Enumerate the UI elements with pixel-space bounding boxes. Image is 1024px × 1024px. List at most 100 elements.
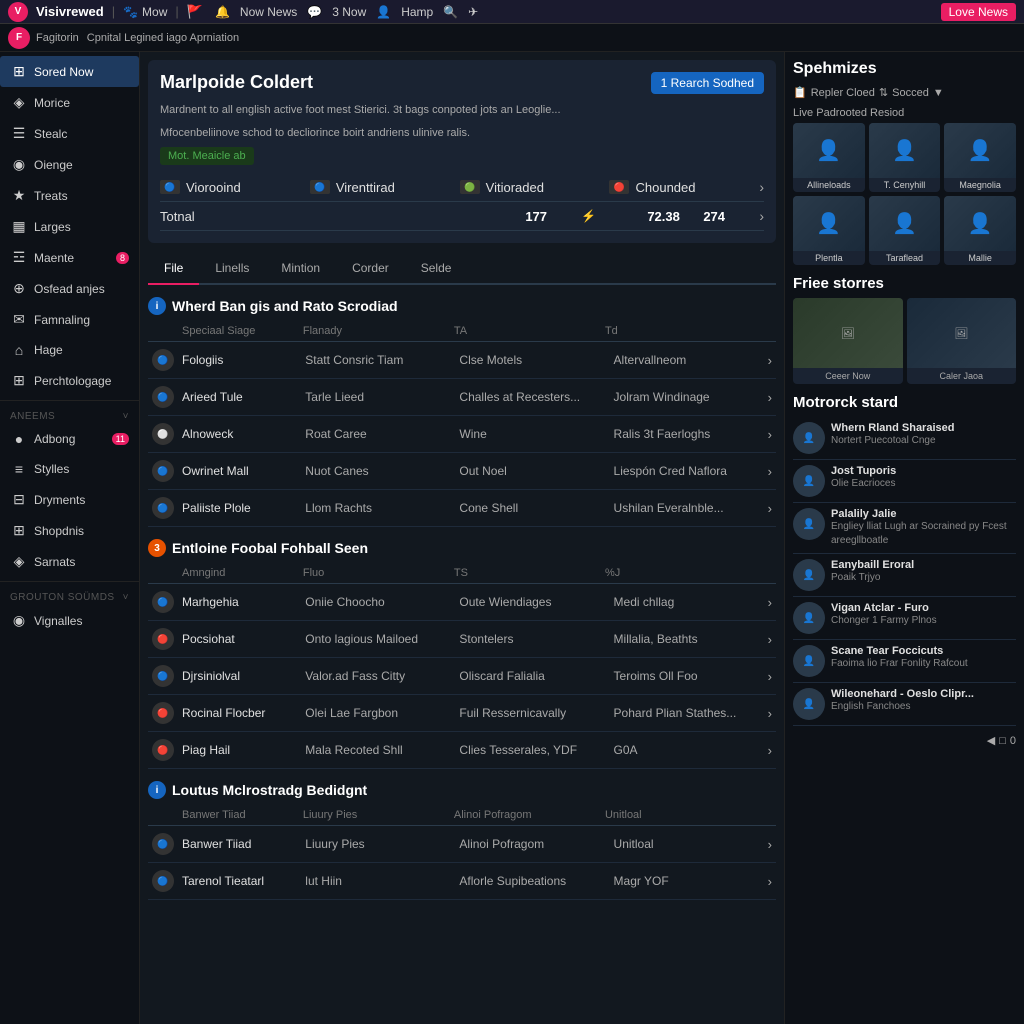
hamp-label: Hamp bbox=[401, 5, 433, 19]
row-arrow[interactable]: › bbox=[768, 501, 772, 516]
section2-table: Amngind Fluo TS %J 🔵 Marhgehia Oniie Cho… bbox=[148, 563, 776, 769]
row-arrow[interactable]: › bbox=[768, 464, 772, 479]
motroerk-item-3[interactable]: 👤 Eanybaill Eroral Poaik Trjyo bbox=[793, 554, 1016, 597]
second-navigation: F Fagitorin Cpnital Legined iago Aprniat… bbox=[0, 24, 1024, 52]
player-name-3: Plentla bbox=[793, 251, 865, 265]
tab-mintion[interactable]: Mintion bbox=[265, 253, 336, 285]
row-arrow[interactable]: › bbox=[768, 427, 772, 442]
section3-col-headers: Banwer Tiiad Liuury Pies Alinoi Pofragom… bbox=[148, 805, 776, 826]
adbong-icon: ● bbox=[10, 431, 28, 447]
row-arrow[interactable]: › bbox=[768, 743, 772, 758]
row-icon: 🔴 bbox=[152, 739, 174, 761]
sidebar-item-treats[interactable]: ★ Treats bbox=[0, 180, 139, 211]
tab-selde[interactable]: Selde bbox=[405, 253, 468, 285]
sidebar-item-larges[interactable]: ▦ Larges bbox=[0, 211, 139, 242]
motroerk-item-4[interactable]: 👤 Vigan Atclar - Furo Chonger 1 Farmy Pl… bbox=[793, 597, 1016, 640]
team3-name: Vitioraded bbox=[486, 180, 604, 195]
motroerk-item-5[interactable]: 👤 Scane Tear Foccicuts Faoima lio Frar F… bbox=[793, 640, 1016, 683]
chevron-icon[interactable]: ˅ bbox=[123, 411, 129, 422]
perchtologage-label: Perchtologage bbox=[34, 374, 111, 388]
chevron2-icon[interactable]: ˅ bbox=[123, 592, 129, 603]
player-card-3[interactable]: 👤 Plentla bbox=[793, 196, 865, 265]
motroerk-item-1[interactable]: 👤 Jost Tuporis Olie Eacrioces bbox=[793, 460, 1016, 503]
table-row[interactable]: 🔴 Pocsiohat Onto lagious Mailoed Stontel… bbox=[148, 621, 776, 658]
sidebar-item-morice[interactable]: ◈ Morice bbox=[0, 87, 139, 118]
story-card-1[interactable]: 🖼 Caler Jaoa bbox=[907, 298, 1017, 384]
story-label-1: Caler Jaoa bbox=[907, 368, 1017, 384]
story-card-0[interactable]: 🖼 Ceeer Now bbox=[793, 298, 903, 384]
row-arrow[interactable]: › bbox=[768, 353, 772, 368]
row-arrow[interactable]: › bbox=[768, 706, 772, 721]
match-desc1: Mardnent to all english active foot mest… bbox=[160, 102, 764, 119]
row-arrow[interactable]: › bbox=[768, 874, 772, 889]
filter-dropdown[interactable]: ▼ bbox=[933, 87, 944, 99]
player-grid: 👤 Allineloads 👤 T. Cenyhill 👤 Maegnolia … bbox=[793, 123, 1016, 265]
sidebar-item-hage[interactable]: ⌂ Hage bbox=[0, 335, 139, 365]
table-row[interactable]: 🔵 Djrsiniolval Valor.ad Fass Citty Olisc… bbox=[148, 658, 776, 695]
perchtologage-icon: ⊞ bbox=[10, 372, 28, 389]
teams-arrow[interactable]: › bbox=[759, 179, 764, 195]
table-row[interactable]: 🔵 Banwer Tiiad Liuury Pies Alinoi Pofrag… bbox=[148, 826, 776, 863]
sidebar-item-dryments[interactable]: ⊟ Dryments bbox=[0, 484, 139, 515]
sidebar-item-stylles[interactable]: ≡ Stylles bbox=[0, 454, 139, 484]
search-icon[interactable]: 🔍 bbox=[443, 5, 458, 19]
table-row[interactable]: 🔵 Tarenol Tieatarl lut Hiin Aflorle Supi… bbox=[148, 863, 776, 900]
player-card-1[interactable]: 👤 T. Cenyhill bbox=[869, 123, 941, 192]
motroerk-item-0[interactable]: 👤 Whern Rland Sharaised Nortert Puecotoa… bbox=[793, 417, 1016, 460]
player-card-5[interactable]: 👤 Mallie bbox=[944, 196, 1016, 265]
sidebar-item-osfead[interactable]: ⊕ Osfead anjes bbox=[0, 273, 139, 304]
row-arrow[interactable]: › bbox=[768, 837, 772, 852]
row-arrow[interactable]: › bbox=[768, 595, 772, 610]
section1-header: i Wherd Ban gis and Rato Scrodiad bbox=[148, 297, 776, 315]
pagination: ◀ □ 0 bbox=[793, 734, 1016, 747]
match-badge: 1 Rearch Sodhed bbox=[651, 72, 764, 94]
stealc-label: Stealc bbox=[34, 127, 67, 141]
sidebar-item-adbong[interactable]: ● Adbong 11 bbox=[0, 424, 139, 454]
site-logo[interactable]: V bbox=[8, 2, 28, 22]
share-icon[interactable]: ✈ bbox=[468, 5, 478, 19]
secondary-logo[interactable]: F bbox=[8, 27, 30, 49]
row-arrow[interactable]: › bbox=[768, 632, 772, 647]
sidebar-item-famnaling[interactable]: ✉ Famnaling bbox=[0, 304, 139, 335]
sidebar-item-sarnats[interactable]: ◈ Sarnats bbox=[0, 546, 139, 577]
player-card-4[interactable]: 👤 Taraflead bbox=[869, 196, 941, 265]
row-icon: 🔵 bbox=[152, 665, 174, 687]
pagination-prev[interactable]: ◀ bbox=[987, 734, 995, 747]
table-row[interactable]: 🔴 Piag Hail Mala Recoted Shll Clies Tess… bbox=[148, 732, 776, 769]
sidebar-section-grouton: GROUTON SOÜMDS ˅ bbox=[0, 586, 139, 605]
team-row-1[interactable]: 🔵 Viorooind 🔵 Virenttirad 🟢 Vitioraded 🔴… bbox=[160, 173, 764, 202]
sidebar-item-sored-now[interactable]: ⊞ Sored Now bbox=[0, 56, 139, 87]
sidebar-item-vignalles[interactable]: ◉ Vignalles bbox=[0, 605, 139, 636]
sidebar-item-perchtologage[interactable]: ⊞ Perchtologage bbox=[0, 365, 139, 396]
table-row[interactable]: 🔴 Rocinal Flocber Olei Lae Fargbon Fuil … bbox=[148, 695, 776, 732]
player-card-0[interactable]: 👤 Allineloads bbox=[793, 123, 865, 192]
totals-arrow[interactable]: › bbox=[759, 208, 764, 224]
filter-label2: Socced bbox=[892, 87, 929, 99]
chat-icon[interactable]: 💬 bbox=[307, 5, 322, 19]
love-news-button[interactable]: Love News bbox=[941, 3, 1016, 21]
tab-file[interactable]: File bbox=[148, 253, 199, 285]
table-row[interactable]: 🔵 Paliiste Plole Llom Rachts Cone Shell … bbox=[148, 490, 776, 527]
tab-linells[interactable]: Linells bbox=[199, 253, 265, 285]
row-arrow[interactable]: › bbox=[768, 390, 772, 405]
sidebar-item-maente[interactable]: ☲ Maente 8 bbox=[0, 242, 139, 273]
sidebar-item-shopdnis[interactable]: ⊞ Shopdnis bbox=[0, 515, 139, 546]
table-row[interactable]: 🔵 Arieed Tule Tarle Lieed Challes at Rec… bbox=[148, 379, 776, 416]
user-icon[interactable]: 👤 bbox=[376, 5, 391, 19]
user-mow[interactable]: 🐾 Mow bbox=[123, 5, 167, 19]
sidebar-item-stealc[interactable]: ☰ Stealc bbox=[0, 118, 139, 149]
table-row[interactable]: 🔵 Marhgehia Oniie Choocho Oute Wiendiage… bbox=[148, 584, 776, 621]
bell-icon[interactable]: 🔔 bbox=[215, 5, 230, 19]
tab-corder[interactable]: Corder bbox=[336, 253, 405, 285]
motroerk-item-2[interactable]: 👤 Palalily Jalie Engliey lliat Lugh ar S… bbox=[793, 503, 1016, 554]
chat-count[interactable]: 3 Now bbox=[332, 5, 366, 19]
motroerk-item-6[interactable]: 👤 Wileonehard - Oeslo Clipr... English F… bbox=[793, 683, 1016, 726]
news-badge[interactable]: Now News bbox=[240, 5, 297, 19]
player-card-2[interactable]: 👤 Maegnolia bbox=[944, 123, 1016, 192]
sidebar-item-oienge[interactable]: ◉ Oienge bbox=[0, 149, 139, 180]
story-images: 🖼 Ceeer Now 🖼 Caler Jaoa bbox=[793, 298, 1016, 384]
table-row[interactable]: 🔵 Owrinet Mall Nuot Canes Out Noel Liesp… bbox=[148, 453, 776, 490]
table-row[interactable]: ⚪ Alnoweck Roat Caree Wine Ralis 3t Faer… bbox=[148, 416, 776, 453]
row-arrow[interactable]: › bbox=[768, 669, 772, 684]
table-row[interactable]: 🔵 Fologiis Statt Consric Tiam Clse Motel… bbox=[148, 342, 776, 379]
